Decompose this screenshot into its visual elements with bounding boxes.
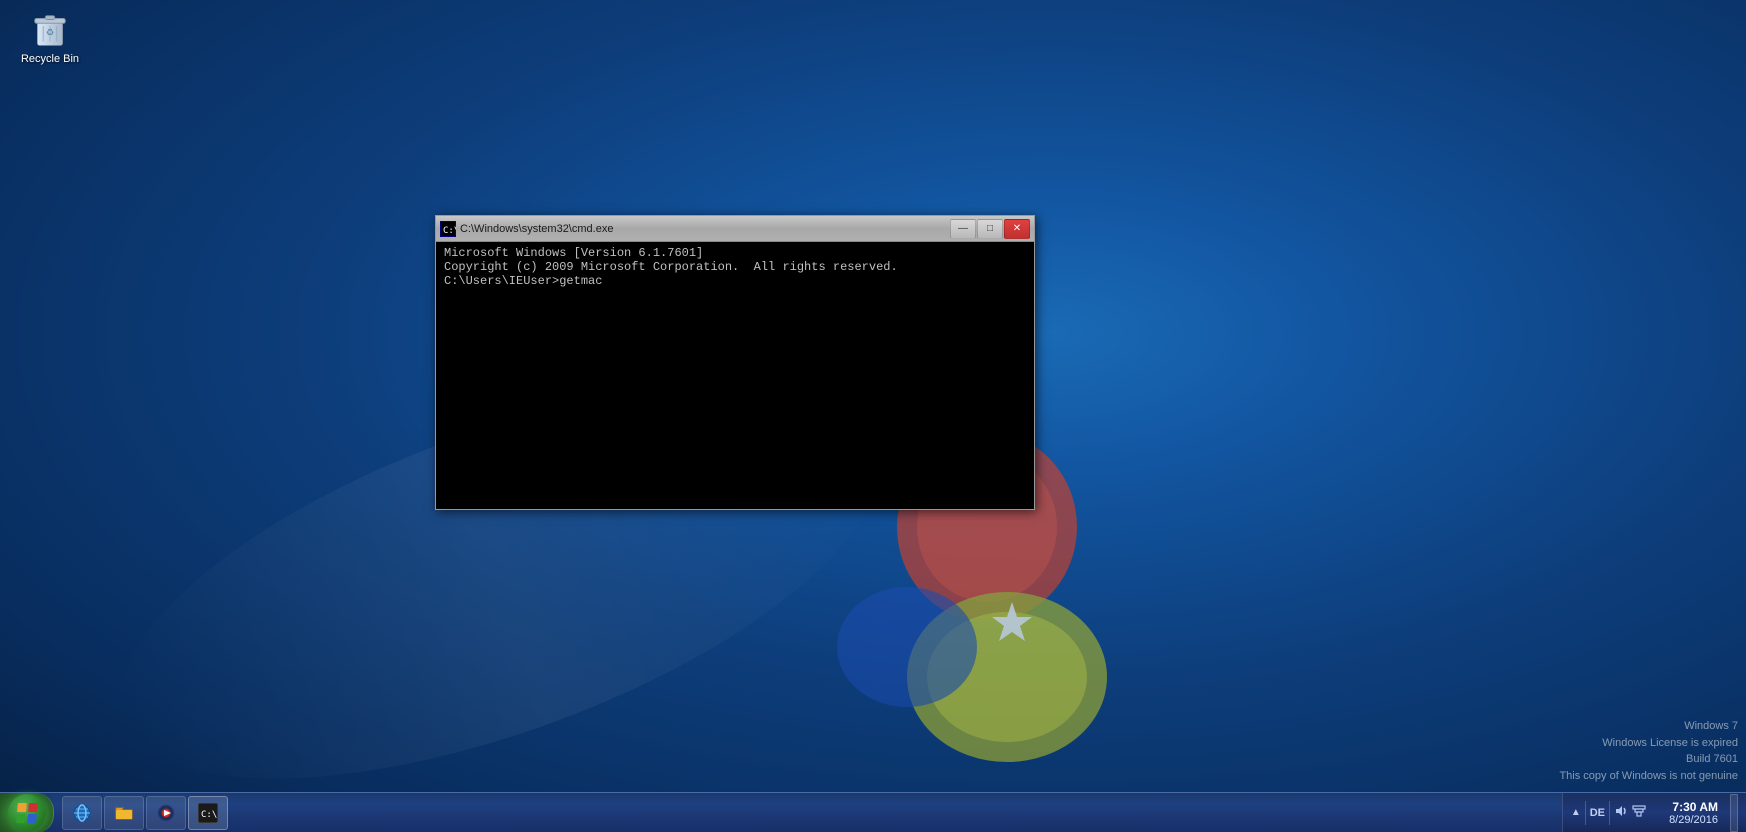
start-button[interactable]: [0, 793, 54, 832]
watermark-line4: This copy of Windows is not genuine: [1559, 768, 1738, 785]
taskbar-cmd[interactable]: C:\: [188, 796, 228, 830]
cmd-line-1: Microsoft Windows [Version 6.1.7601]: [444, 246, 1026, 260]
logo-quadrant-2: [28, 803, 38, 812]
desktop: ♻ Recycle Bin C:\ C:\Windows\system32\cm…: [0, 0, 1746, 832]
tray-icons: ▲ DE: [1571, 801, 1646, 825]
svg-text:♻: ♻: [46, 28, 55, 39]
start-orb: [8, 794, 46, 832]
recycle-bin-label: Recycle Bin: [21, 53, 79, 66]
recycle-bin-icon[interactable]: ♻ Recycle Bin: [10, 5, 90, 70]
watermark-line3: Build 7601: [1559, 751, 1738, 768]
volume-icon[interactable]: [1614, 804, 1628, 821]
taskbar-media[interactable]: [146, 796, 186, 830]
windows-logo: [16, 803, 38, 823]
svg-text:C:\: C:\: [443, 226, 456, 236]
taskbar-items: C:\: [58, 793, 1562, 832]
language-indicator[interactable]: DE: [1590, 807, 1605, 819]
notification-arrow[interactable]: ▲: [1571, 807, 1581, 818]
watermark-line2: Windows License is expired: [1559, 735, 1738, 752]
cmd-title-text: C:\Windows\system32\cmd.exe: [460, 223, 950, 235]
close-button[interactable]: ✕: [1004, 219, 1030, 239]
media-icon: [156, 803, 176, 823]
minimize-button[interactable]: —: [950, 219, 976, 239]
recycle-bin-image: ♻: [30, 9, 70, 49]
cmd-content[interactable]: Microsoft Windows [Version 6.1.7601] Cop…: [436, 242, 1034, 509]
logo-quadrant-1: [17, 803, 27, 812]
show-desktop-button[interactable]: [1730, 794, 1738, 832]
svg-text:C:\: C:\: [201, 810, 217, 820]
taskbar-ie[interactable]: [62, 796, 102, 830]
tray-separator-2: [1609, 801, 1610, 825]
ie-icon: [72, 803, 92, 823]
windows-watermark: Windows 7 Windows License is expired Bui…: [1559, 718, 1738, 784]
clock-area[interactable]: 7:30 AM 8/29/2016: [1652, 800, 1722, 826]
cmd-icon: C:\: [198, 803, 218, 823]
system-tray: ▲ DE: [1562, 793, 1746, 832]
taskbar: C:\ ▲ DE: [0, 792, 1746, 832]
titlebar-buttons: — □ ✕: [950, 219, 1030, 239]
cmd-window[interactable]: C:\ C:\Windows\system32\cmd.exe — □ ✕ ▲ …: [435, 215, 1035, 510]
cmd-titlebar[interactable]: C:\ C:\Windows\system32\cmd.exe — □ ✕: [436, 216, 1034, 242]
logo-quadrant-3: [16, 814, 26, 823]
cmd-window-icon: C:\: [440, 221, 456, 237]
tray-separator: [1585, 801, 1586, 825]
folder-icon: [114, 803, 134, 823]
clock-date: 8/29/2016: [1669, 814, 1718, 826]
taskbar-explorer[interactable]: [104, 796, 144, 830]
cmd-line-4: C:\Users\IEUser>getmac: [444, 274, 1026, 288]
watermark-line1: Windows 7: [1559, 718, 1738, 735]
maximize-button[interactable]: □: [977, 219, 1003, 239]
logo-quadrant-4: [27, 814, 37, 823]
cmd-line-2: Copyright (c) 2009 Microsoft Corporation…: [444, 260, 1026, 274]
clock-time: 7:30 AM: [1672, 800, 1718, 814]
network-icon[interactable]: [1632, 804, 1646, 821]
